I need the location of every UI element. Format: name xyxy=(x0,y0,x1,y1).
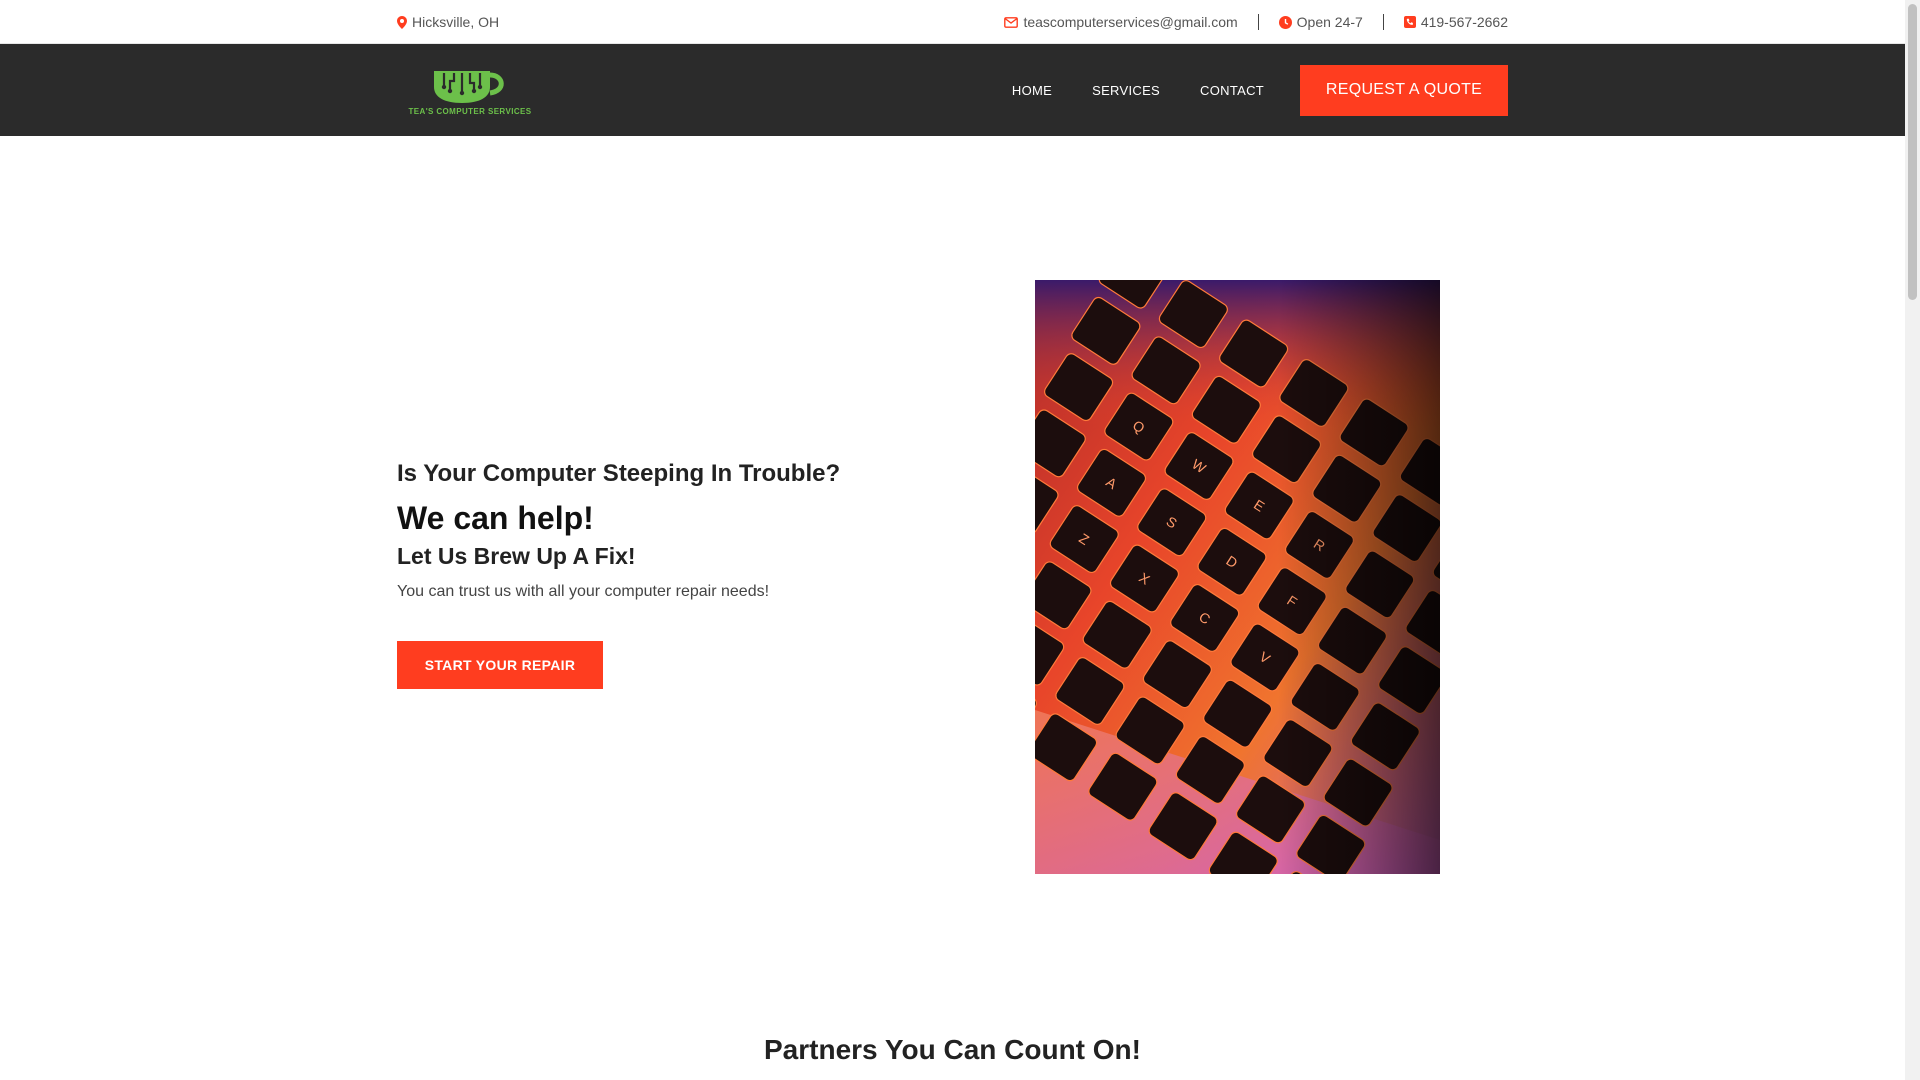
hero-description: You can trust us with all your computer … xyxy=(397,582,770,600)
nav-contact[interactable]: CONTACT xyxy=(1200,83,1264,98)
top-info-bar: Hicksville, OH teascomputerservices@gmai… xyxy=(0,0,1905,44)
divider xyxy=(1382,14,1384,30)
scrollbar-thumb[interactable] xyxy=(1908,4,1917,300)
partners-title: Partners You Can Count On! xyxy=(764,1034,1141,1065)
site-header: TEA'S COMPUTER SERVICES HOME SERVICES CO… xyxy=(0,44,1905,136)
logo-text: TEA'S COMPUTER SERVICES xyxy=(408,106,532,116)
phone-info[interactable]: 419-567-2662 xyxy=(1403,14,1508,30)
hero-keyboard-image: QWERASDFZXCV xyxy=(1035,280,1440,874)
main-nav: HOME SERVICES CONTACT REQUEST A QUOTE xyxy=(1012,64,1508,116)
divider xyxy=(1257,14,1259,30)
nav-services[interactable]: SERVICES xyxy=(1092,83,1160,98)
hours-text: Open 24-7 xyxy=(1296,14,1363,30)
location-text: Hicksville, OH xyxy=(412,14,500,30)
email-info[interactable]: teascomputerservices@gmail.com xyxy=(1004,14,1238,30)
hero-subheadline: Let Us Brew Up A Fix! xyxy=(397,543,636,570)
email-text[interactable]: teascomputerservices@gmail.com xyxy=(1023,14,1237,30)
start-repair-button[interactable]: START YOUR REPAIR xyxy=(397,641,603,689)
hero-text: Is Your Computer Steeping In Trouble? We… xyxy=(397,460,917,601)
page-scrollbar[interactable] xyxy=(1905,0,1920,1080)
envelope-icon xyxy=(1004,16,1019,28)
nav-home[interactable]: HOME xyxy=(1012,83,1052,98)
location-info: Hicksville, OH xyxy=(397,14,499,30)
hours-info: Open 24-7 xyxy=(1278,14,1363,30)
request-quote-button[interactable]: REQUEST A QUOTE xyxy=(1300,64,1508,116)
teacup-circuit-logo-icon xyxy=(434,70,504,103)
map-pin-icon xyxy=(397,15,407,29)
page: Hicksville, OH teascomputerservices@gmai… xyxy=(0,0,1920,1080)
logo[interactable]: TEA'S COMPUTER SERVICES xyxy=(397,65,543,116)
phone-text[interactable]: 419-567-2662 xyxy=(1421,14,1508,30)
clock-icon xyxy=(1278,15,1292,29)
phone-icon xyxy=(1403,16,1416,28)
hero-headline: We can help! xyxy=(397,499,594,536)
hero-question: Is Your Computer Steeping In Trouble? xyxy=(397,460,841,487)
